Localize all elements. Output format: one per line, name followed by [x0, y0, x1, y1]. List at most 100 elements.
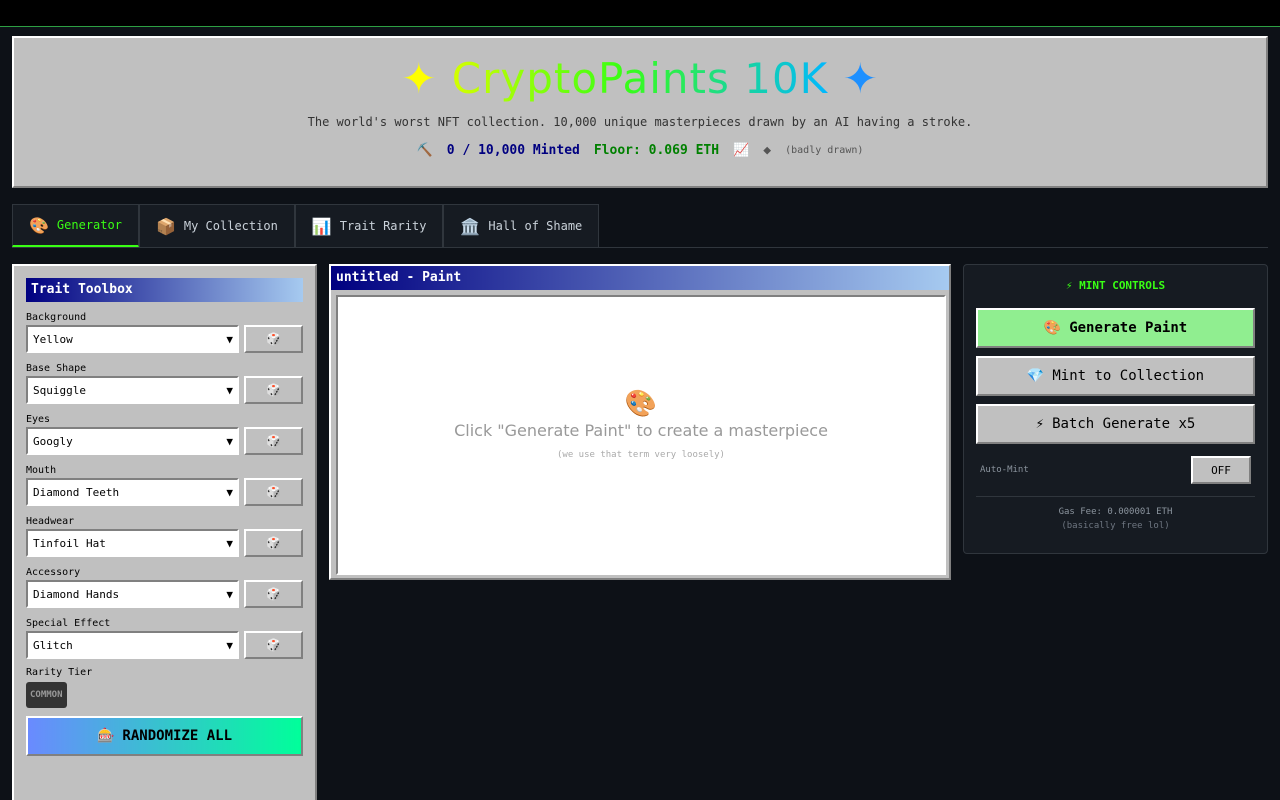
auto-mint-row: Auto-Mint OFF: [976, 456, 1255, 484]
trait-base-shape: Base Shape Squiggle ▼ 🎲: [26, 363, 303, 404]
chevron-down-icon: ▼: [226, 536, 233, 550]
eyes-select[interactable]: Googly ▼: [26, 427, 239, 455]
site-header: ✦ CryptoPaints 10K ✦ The world's worst N…: [12, 36, 1268, 188]
tab-label: Hall of Shame: [488, 219, 583, 233]
trait-label: Background: [26, 312, 87, 323]
chevron-down-icon: ▼: [226, 587, 233, 601]
select-value: Glitch: [33, 638, 73, 652]
select-value: Squiggle: [33, 383, 86, 397]
button-label: RANDOMIZE ALL: [122, 728, 232, 744]
package-icon: 📦: [155, 216, 176, 236]
classical-building-icon: 🏛️: [460, 216, 481, 236]
pickaxe-icon: ⛏️: [416, 143, 433, 158]
chevron-down-icon: ▼: [226, 434, 233, 448]
dice-icon: 🎲: [266, 485, 281, 499]
canvas-placeholder: Click "Generate Paint" to create a maste…: [454, 421, 828, 440]
auto-mint-label: Auto-Mint: [980, 465, 1029, 475]
randomize-accessory-button[interactable]: 🎲: [244, 580, 303, 608]
background-select[interactable]: Yellow ▼: [26, 325, 239, 353]
generate-paint-button[interactable]: 🎨 Generate Paint: [976, 308, 1255, 348]
mint-controls-header: ⚡ MINT CONTROLS: [976, 279, 1255, 292]
trait-label: Headwear: [26, 516, 75, 527]
special-effect-select[interactable]: Glitch ▼: [26, 631, 239, 659]
badly-drawn-note: (badly drawn): [785, 145, 864, 156]
tab-my-collection[interactable]: 📦 My Collection: [138, 204, 295, 247]
paint-window: untitled - Paint 🎨 Click "Generate Paint…: [329, 264, 951, 580]
tab-bar: 🎨 Generator 📦 My Collection 📊 Trait Rari…: [12, 204, 1268, 248]
gas-fee-note: (basically free lol): [1061, 521, 1170, 531]
tab-label: Generator: [56, 218, 122, 232]
paint-canvas[interactable]: 🎨 Click "Generate Paint" to create a mas…: [336, 295, 946, 575]
tab-trait-rarity[interactable]: 📊 Trait Rarity: [294, 204, 444, 247]
dice-icon: 🎲: [266, 383, 281, 397]
page-title: ✦ CryptoPaints 10K ✦: [14, 52, 1266, 106]
dice-icon: 🎲: [266, 638, 281, 652]
sparkle-icon: ✦: [842, 54, 879, 103]
select-value: Diamond Hands: [33, 587, 120, 601]
randomize-background-button[interactable]: 🎲: [244, 325, 303, 353]
trait-headwear: Headwear Tinfoil Hat ▼ 🎲: [26, 516, 303, 557]
button-label: Generate Paint: [1069, 320, 1188, 336]
palette-icon: 🎨: [29, 215, 49, 235]
select-value: Diamond Teeth: [33, 485, 120, 499]
tab-hall-of-shame[interactable]: 🏛️ Hall of Shame: [443, 204, 600, 247]
chevron-down-icon: ▼: [226, 485, 233, 499]
randomize-headwear-button[interactable]: 🎲: [244, 529, 303, 557]
panel-title: MINT CONTROLS: [1079, 279, 1166, 292]
palette-icon: 🎨: [624, 389, 658, 419]
minted-count: 0 / 10,000 Minted: [446, 143, 580, 158]
lightning-icon: ⚡: [1035, 416, 1045, 432]
canvas-subtext: (we use that term very loosely): [557, 450, 725, 460]
dice-icon: 🎲: [266, 536, 281, 550]
mouth-select[interactable]: Diamond Teeth ▼: [26, 478, 239, 506]
randomize-eyes-button[interactable]: 🎲: [244, 427, 303, 455]
trait-eyes: Eyes Googly ▼ 🎲: [26, 414, 303, 455]
randomize-special-effect-button[interactable]: 🎲: [244, 631, 303, 659]
trait-label: Special Effect: [26, 618, 111, 629]
batch-generate-button[interactable]: ⚡ Batch Generate x5: [976, 404, 1255, 444]
button-label: Batch Generate x5: [1052, 416, 1196, 432]
trait-label: Eyes: [26, 414, 51, 425]
headwear-select[interactable]: Tinfoil Hat ▼: [26, 529, 239, 557]
floor-price: Floor: 0.069 ETH: [593, 143, 720, 158]
button-label: Mint to Collection: [1052, 368, 1205, 384]
base-shape-select[interactable]: Squiggle ▼: [26, 376, 239, 404]
auto-mint-toggle[interactable]: OFF: [1191, 456, 1251, 484]
gas-fee: Gas Fee: 0.000001 ETH: [1058, 507, 1173, 517]
title-text: CryptoPaints 10K: [451, 54, 829, 103]
mint-controls-panel: ⚡ MINT CONTROLS 🎨 Generate Paint 💎 Mint …: [963, 264, 1268, 554]
lightning-icon: ⚡: [1065, 279, 1073, 292]
randomize-all-button[interactable]: 🎰 RANDOMIZE ALL: [26, 716, 303, 756]
tab-label: Trait Rarity: [339, 219, 427, 233]
chevron-down-icon: ▼: [226, 383, 233, 397]
trait-special-effect: Special Effect Glitch ▼ 🎲: [26, 618, 303, 659]
subtitle: The world's worst NFT collection. 10,000…: [307, 115, 973, 129]
diamond-icon: ◆: [763, 143, 772, 158]
trait-accessory: Accessory Diamond Hands ▼ 🎲: [26, 567, 303, 608]
gem-icon: 💎: [1026, 368, 1045, 384]
stats-bar: ⛏️ 0 / 10,000 Minted Floor: 0.069 ETH 📈 …: [14, 143, 1266, 158]
select-value: Googly: [33, 434, 73, 448]
chevron-down-icon: ▼: [226, 638, 233, 652]
randomize-base-shape-button[interactable]: 🎲: [244, 376, 303, 404]
dice-icon: 🎲: [266, 332, 281, 346]
trait-mouth: Mouth Diamond Teeth ▼ 🎲: [26, 465, 303, 506]
sparkle-icon: ✦: [401, 54, 438, 103]
rarity-tier: Rarity Tier COMMON: [26, 667, 303, 708]
rarity-label: Rarity Tier: [26, 667, 93, 678]
paint-window-title: untitled - Paint: [331, 266, 949, 290]
randomize-mouth-button[interactable]: 🎲: [244, 478, 303, 506]
accessory-select[interactable]: Diamond Hands ▼: [26, 580, 239, 608]
tab-generator[interactable]: 🎨 Generator: [12, 204, 139, 247]
trait-toolbox: Trait Toolbox Background Yellow ▼ 🎲 Base…: [12, 264, 317, 800]
bar-chart-icon: 📊: [311, 216, 332, 236]
trait-label: Base Shape: [26, 363, 87, 374]
trait-background: Background Yellow ▼ 🎲: [26, 312, 303, 353]
trait-label: Mouth: [26, 465, 57, 476]
top-bar: [0, 0, 1280, 27]
rarity-badge: COMMON: [26, 682, 67, 708]
chart-icon: 📈: [733, 143, 750, 158]
mint-to-collection-button[interactable]: 💎 Mint to Collection: [976, 356, 1255, 396]
gas-fee-info: Gas Fee: 0.000001 ETH (basically free lo…: [976, 496, 1255, 531]
slot-machine-icon: 🎰: [96, 728, 115, 744]
